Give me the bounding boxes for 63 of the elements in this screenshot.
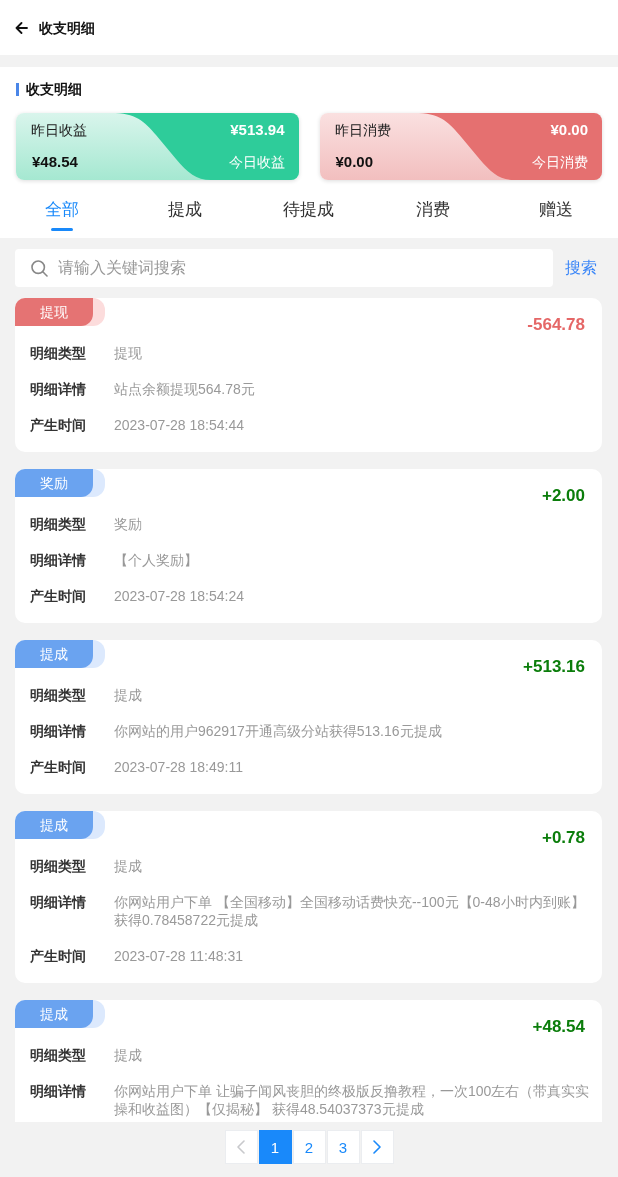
summary-amount: ¥0.00 [334,152,375,172]
summary-label: 今日消费 [532,153,588,172]
field-label: 明细类型 [30,515,87,533]
field-label: 产生时间 [30,587,87,605]
record-amount: +2.00 [542,486,585,506]
chevron-left-icon [237,1140,245,1154]
field-label: 明细类型 [30,857,87,875]
field-label: 明细详情 [30,722,87,740]
field-label: 明细类型 [30,1046,87,1064]
field-label: 明细类型 [30,344,87,362]
summary-label: 今日收益 [228,153,285,172]
field-value: 提成 [114,686,143,704]
field-value: 你网站的用户962917开通高级分站获得513.16元提成 [114,722,443,740]
record-tag: 提成 [15,640,105,668]
field-label: 产生时间 [30,947,87,965]
summary-label: 昨日收益 [31,121,88,140]
page-button[interactable]: 1 [258,1130,292,1164]
search-link[interactable]: 搜索 [565,257,597,279]
filter-tab[interactable]: 全部 [0,180,124,238]
filter-tab[interactable]: 待提成 [247,180,371,238]
record-tag: 提成 [15,811,105,839]
field-value: 站点余额提现564.78元 [114,380,256,398]
field-value: 2023-07-28 11:48:31 [114,947,244,965]
record-tag: 提成 [15,1000,105,1028]
field-value: 提现 [114,344,143,362]
next-page-button[interactable] [360,1130,394,1164]
summary-amount: ¥0.00 [550,120,588,140]
record-amount: +513.16 [523,657,585,677]
field-value: 提成 [114,857,143,875]
field-value: 你网站用户下单 【全国移动】全国移动话费快充--100元【0-48小时内到账】获得0.78458722元提成 [114,893,586,929]
record-amount: +48.54 [532,1017,585,1037]
field-label: 明细详情 [30,893,87,912]
field-value: 【个人奖励】 [114,551,199,569]
search-icon [31,260,48,277]
summary-amount: ¥513.94 [230,120,285,140]
field-label: 产生时间 [30,416,87,434]
record-tag: 提现 [15,298,105,326]
field-value: 奖励 [114,515,143,533]
field-label: 产生时间 [30,758,87,776]
section-title: 收支明细 [16,79,82,99]
left-arrow-icon[interactable] [15,21,28,34]
record-tag: 奖励 [15,469,105,497]
field-value: 2023-07-28 18:54:24 [114,587,245,605]
record-amount: +0.78 [542,828,585,848]
field-label: 明细详情 [30,380,87,398]
filter-tab[interactable]: 赠送 [494,180,618,238]
field-value: 2023-07-28 18:54:44 [114,416,245,434]
chevron-right-icon [373,1140,381,1154]
field-label: 明细类型 [30,686,87,704]
summary-amount: ¥48.54 [31,152,79,172]
summary-label: 昨日消费 [334,121,392,140]
field-label: 明细详情 [30,1082,87,1101]
page-button[interactable]: 2 [292,1130,326,1164]
field-value: 提成 [114,1046,143,1064]
record-amount: -564.78 [527,315,585,335]
field-value: 2023-07-28 18:49:11 [114,758,244,776]
filter-tab[interactable]: 提成 [123,180,248,238]
page-button[interactable]: 3 [326,1130,360,1164]
page-title: 收支明细 [39,18,95,38]
field-value: 你网站用户下单 让骗子闻风丧胆的终极版反撸教程，一次100左右（带真实实操和收益图）【仅揭秘】 获得48.54037373元提成 [114,1082,591,1118]
filter-tab[interactable]: 消费 [370,180,495,238]
search-field[interactable]: 请输入关键词搜索 [15,249,553,287]
field-label: 明细详情 [30,551,87,569]
